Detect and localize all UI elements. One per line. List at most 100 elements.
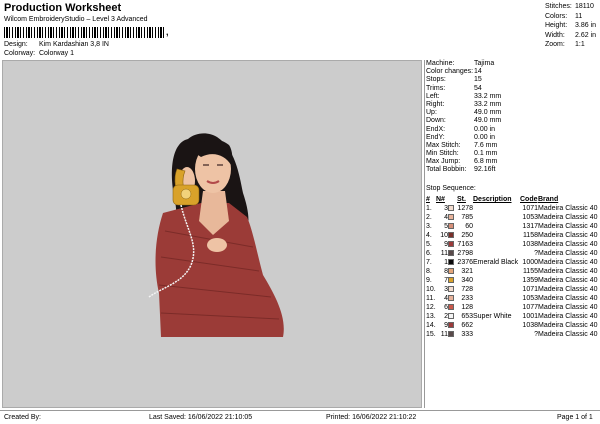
info-label: Machine: xyxy=(426,60,455,67)
info-label: Color changes: xyxy=(426,68,474,76)
code-cell: 1317 xyxy=(522,223,538,230)
info-value: 33.2 mm xyxy=(474,92,502,100)
info-value: 33.2 mm xyxy=(474,100,502,108)
software-name: Wilcom EmbroideryStudio – Level 3 Advanc… xyxy=(4,16,148,23)
barcode-mark: , xyxy=(166,27,169,37)
swatch-cell xyxy=(448,231,457,240)
info-row: Down: 49.0 mm xyxy=(426,117,600,125)
stop-sequence-table: # N# St. Description Code Brand 1. 3 1278 1… xyxy=(426,195,600,339)
needle-cell: 4 xyxy=(444,295,448,302)
swatch-cell xyxy=(448,285,457,294)
code-cell: ? xyxy=(534,331,538,338)
info-label: Min Stitch: xyxy=(426,150,459,158)
needle-cell: 11 xyxy=(440,250,448,257)
color-swatch xyxy=(448,223,454,230)
created-by: Created By: xyxy=(4,414,41,421)
description-cell xyxy=(473,204,520,213)
worksheet-title: Production Worksheet xyxy=(4,2,122,14)
info-value: Tajima xyxy=(474,60,495,67)
brand-cell: Madeira Classic 40 xyxy=(538,250,598,257)
swatch-cell xyxy=(448,222,457,231)
swatch-cell xyxy=(448,330,457,339)
col-swatch xyxy=(448,195,457,204)
description-cell xyxy=(473,231,520,240)
info-value: 15 xyxy=(474,76,482,84)
swatch-cell xyxy=(448,294,457,303)
description-cell xyxy=(473,249,520,258)
index-cell: 7. xyxy=(426,259,432,266)
color-swatch xyxy=(448,259,454,266)
table-row: 2. 4 785 1053 Madeira Classic 40 xyxy=(426,213,600,222)
stat-value: 11 xyxy=(575,12,583,20)
brand-cell: Madeira Classic 40 xyxy=(538,331,598,338)
stitches-cell: 662 xyxy=(461,322,473,329)
stat-label: Zoom: xyxy=(545,41,565,49)
description-cell xyxy=(473,321,520,330)
page-number: Page 1 of 1 xyxy=(557,414,593,421)
index-cell: 9. xyxy=(426,277,432,284)
info-row: Max Jump: 6.8 mm xyxy=(426,158,600,166)
code-cell: 1158 xyxy=(522,232,538,239)
needle-cell: 1 xyxy=(444,259,448,266)
design-stats: Stitches: 18110 Colors: 11 Height: 3.86 in … xyxy=(545,2,599,50)
color-swatch xyxy=(448,205,454,212)
embroidery-design-image xyxy=(148,133,284,337)
info-label: Trims: xyxy=(426,84,446,92)
swatch-cell xyxy=(448,276,457,285)
info-label: Left: xyxy=(426,92,440,100)
barcode xyxy=(4,27,164,38)
stitches-cell: 2376 xyxy=(457,259,473,266)
info-label: Up: xyxy=(426,109,437,117)
needle-cell: 10 xyxy=(440,232,448,239)
stat-row: Colors: 11 xyxy=(545,12,599,22)
info-label: EndY: xyxy=(426,133,445,141)
needle-cell: 3 xyxy=(444,286,448,293)
needle-cell: 6 xyxy=(444,304,448,311)
code-cell: 1071 xyxy=(522,286,538,293)
stitches-cell: 60 xyxy=(465,223,473,230)
color-swatch xyxy=(448,241,454,248)
table-row: 5. 9 7163 1038 Madeira Classic 40 xyxy=(426,240,600,249)
brand-cell: Madeira Classic 40 xyxy=(538,313,598,320)
color-swatch xyxy=(448,277,454,284)
stitches-cell: 785 xyxy=(461,214,473,221)
info-row: EndY: 0.00 in xyxy=(426,134,600,142)
needle-cell: 3 xyxy=(444,205,448,212)
stitches-cell: 321 xyxy=(461,268,473,275)
machine-info: Machine: Tajima Color changes: 14 Stops: 15… xyxy=(426,60,600,175)
design-value: Kim Kardashian 3,8 IN xyxy=(38,41,109,48)
description-cell xyxy=(473,330,520,339)
color-swatch xyxy=(448,250,454,257)
brand-cell: Madeira Classic 40 xyxy=(538,241,598,248)
swatch-cell xyxy=(448,321,457,330)
code-cell: 1000 xyxy=(522,259,538,266)
info-value: 7.6 mm xyxy=(474,141,498,149)
description-cell xyxy=(473,276,520,285)
description-cell xyxy=(473,303,520,312)
table-header-row: # N# St. Description Code Brand xyxy=(426,195,600,204)
worksheet-header: Production Worksheet Wilcom EmbroiderySt… xyxy=(0,0,600,60)
design-row: Design: Kim Kardashian 3,8 IN xyxy=(4,41,109,48)
info-label: Right: xyxy=(426,100,445,108)
color-swatch xyxy=(448,268,454,275)
stat-value: 3.86 in xyxy=(575,22,597,30)
index-cell: 6. xyxy=(426,250,432,257)
swatch-cell xyxy=(448,213,457,222)
color-swatch xyxy=(448,286,454,293)
info-value: 54 xyxy=(474,84,482,92)
info-label: Down: xyxy=(426,117,446,125)
needle-cell: 9 xyxy=(444,322,448,329)
table-row: 13. 2 653 Super White 1001 Madeira Classic 40 xyxy=(426,312,600,321)
table-row: 15. 11 333? Madeira Classic 40 xyxy=(426,330,600,339)
info-value: 92.16ft xyxy=(474,166,496,174)
index-cell: 5. xyxy=(426,241,432,248)
info-row: Color changes: 14 xyxy=(426,68,600,76)
index-cell: 12. xyxy=(426,304,436,311)
stat-row: Height: 3.86 in xyxy=(545,21,599,31)
swatch-cell xyxy=(448,204,457,213)
info-value: 0.00 in xyxy=(474,125,496,133)
code-cell: 1038 xyxy=(522,322,538,329)
stitches-cell: 1278 xyxy=(457,205,473,212)
info-row: Machine: Tajima xyxy=(426,60,600,68)
color-swatch xyxy=(448,214,454,221)
